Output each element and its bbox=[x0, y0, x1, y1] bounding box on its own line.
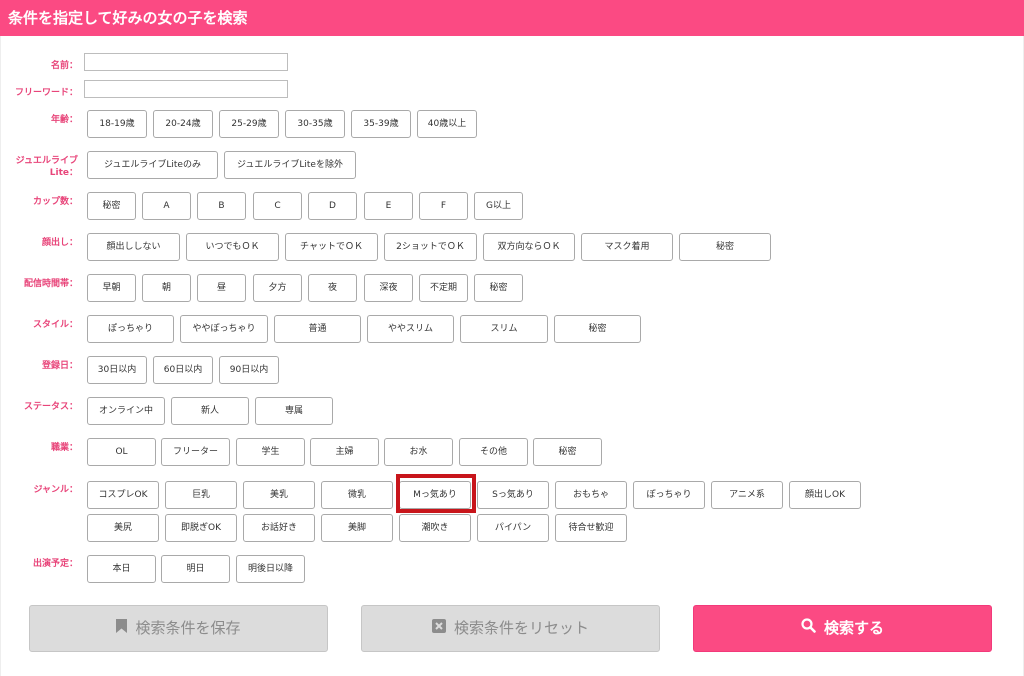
job-option[interactable]: フリーター bbox=[161, 438, 230, 466]
genre-label: ジャンル： bbox=[33, 485, 78, 495]
cup-label: カップ数： bbox=[32, 197, 78, 207]
face-option[interactable]: 双方向ならＯＫ bbox=[483, 233, 575, 261]
time-option[interactable]: 朝 bbox=[142, 274, 191, 302]
genre-option[interactable]: おもちゃ bbox=[555, 481, 627, 509]
sched-label: 出演予定： bbox=[32, 559, 78, 569]
cup-option[interactable]: C bbox=[253, 192, 302, 220]
status-option[interactable]: オンライン中 bbox=[87, 397, 165, 425]
genre-option[interactable]: ぽっちゃり bbox=[633, 481, 705, 509]
job-option[interactable]: お水 bbox=[384, 438, 453, 466]
save-conditions-label: 検索条件を保存 bbox=[135, 619, 241, 637]
cup-option[interactable]: D bbox=[308, 192, 357, 220]
age-label: 年齢： bbox=[50, 115, 78, 125]
job-option[interactable]: 秘密 bbox=[533, 438, 602, 466]
reg-option[interactable]: 30日以内 bbox=[87, 356, 147, 384]
genre-option[interactable]: 巨乳 bbox=[165, 481, 237, 509]
page-header: 条件を指定して好みの女の子を検索 bbox=[0, 0, 1024, 36]
search-button[interactable]: 検索する bbox=[693, 605, 992, 652]
time-option[interactable]: 秘密 bbox=[474, 274, 523, 302]
search-icon bbox=[801, 606, 816, 651]
age-option[interactable]: 30-35歳 bbox=[285, 110, 345, 138]
freeword-input[interactable] bbox=[84, 80, 288, 98]
time-option[interactable]: 夜 bbox=[308, 274, 357, 302]
time-option[interactable]: 夕方 bbox=[253, 274, 302, 302]
cup-option[interactable]: A bbox=[142, 192, 191, 220]
cup-option[interactable]: 秘密 bbox=[87, 192, 136, 220]
name-label: 名前： bbox=[50, 61, 78, 71]
bookmark-icon bbox=[116, 606, 128, 651]
sched-option[interactable]: 明日 bbox=[161, 555, 230, 583]
close-box-icon bbox=[431, 606, 446, 651]
job-label: 職業： bbox=[50, 443, 78, 453]
genre-option[interactable]: お話好き bbox=[243, 514, 315, 542]
job-option[interactable]: 主婦 bbox=[310, 438, 379, 466]
genre-option[interactable]: 美尻 bbox=[87, 514, 159, 542]
time-label: 配信時間帯： bbox=[23, 279, 78, 289]
style-label: スタイル： bbox=[32, 320, 78, 330]
face-option[interactable]: いつでもＯＫ bbox=[186, 233, 279, 261]
age-option[interactable]: 18-19歳 bbox=[87, 110, 147, 138]
reg-label: 登録日： bbox=[41, 361, 78, 371]
age-option[interactable]: 35-39歳 bbox=[351, 110, 411, 138]
cup-option[interactable]: G以上 bbox=[474, 192, 523, 220]
genre-option[interactable]: コスプレOK bbox=[87, 481, 159, 509]
cup-option[interactable]: B bbox=[197, 192, 246, 220]
sched-option[interactable]: 本日 bbox=[87, 555, 156, 583]
genre-option[interactable]: 美乳 bbox=[243, 481, 315, 509]
face-label: 顔出し： bbox=[41, 238, 78, 248]
reset-conditions-label: 検索条件をリセット bbox=[453, 619, 589, 637]
search-label: 検索する bbox=[823, 619, 884, 637]
genre-option[interactable]: 潮吹き bbox=[399, 514, 471, 542]
face-option[interactable]: マスク着用 bbox=[581, 233, 673, 261]
job-option[interactable]: 学生 bbox=[236, 438, 305, 466]
genre-option[interactable]: 微乳 bbox=[321, 481, 393, 509]
name-input[interactable] bbox=[84, 53, 288, 71]
status-option[interactable]: 新人 bbox=[171, 397, 249, 425]
style-option[interactable]: 秘密 bbox=[554, 315, 641, 343]
status-label: ステータス： bbox=[23, 402, 78, 412]
style-option[interactable]: ぽっちゃり bbox=[87, 315, 174, 343]
genre-option[interactable]: 美脚 bbox=[321, 514, 393, 542]
face-option[interactable]: 秘密 bbox=[679, 233, 771, 261]
cup-option[interactable]: F bbox=[419, 192, 468, 220]
cup-option[interactable]: E bbox=[364, 192, 413, 220]
face-option[interactable]: 顔出ししない bbox=[87, 233, 180, 261]
jewel-option[interactable]: ジュエルライブLiteを除外 bbox=[224, 151, 356, 179]
style-option[interactable]: ややぽっちゃり bbox=[180, 315, 268, 343]
style-option[interactable]: ややスリム bbox=[367, 315, 454, 343]
save-conditions-button[interactable]: 検索条件を保存 bbox=[29, 605, 328, 652]
age-option[interactable]: 40歳以上 bbox=[417, 110, 477, 138]
reg-option[interactable]: 90日以内 bbox=[219, 356, 279, 384]
job-option[interactable]: OL bbox=[87, 438, 156, 466]
genre-option[interactable]: 即脱ぎOK bbox=[165, 514, 237, 542]
time-option[interactable]: 早朝 bbox=[87, 274, 136, 302]
jewel-option[interactable]: ジュエルライブLiteのみ bbox=[87, 151, 218, 179]
jewel-label: ジュエルライブLite： bbox=[15, 156, 78, 178]
genre-option[interactable]: 顔出しOK bbox=[789, 481, 861, 509]
status-option[interactable]: 専属 bbox=[255, 397, 333, 425]
style-option[interactable]: 普通 bbox=[274, 315, 361, 343]
age-option[interactable]: 20-24歳 bbox=[153, 110, 213, 138]
genre-option[interactable]: パイパン bbox=[477, 514, 549, 542]
reset-conditions-button[interactable]: 検索条件をリセット bbox=[361, 605, 660, 652]
time-option[interactable]: 深夜 bbox=[364, 274, 413, 302]
time-option[interactable]: 不定期 bbox=[419, 274, 468, 302]
face-option[interactable]: 2ショットでＯＫ bbox=[384, 233, 477, 261]
face-option[interactable]: チャットでＯＫ bbox=[285, 233, 378, 261]
genre-option[interactable]: アニメ系 bbox=[711, 481, 783, 509]
genre-option[interactable]: Sっ気あり bbox=[477, 481, 549, 509]
genre-option[interactable]: 待合せ歓迎 bbox=[555, 514, 627, 542]
sched-option[interactable]: 明後日以降 bbox=[236, 555, 305, 583]
page-title: 条件を指定して好みの女の子を検索 bbox=[8, 9, 248, 27]
genre-option-m[interactable]: Mっ気あり bbox=[399, 481, 471, 509]
time-option[interactable]: 昼 bbox=[197, 274, 246, 302]
style-option[interactable]: スリム bbox=[460, 315, 548, 343]
freeword-label: フリーワード： bbox=[14, 88, 78, 98]
age-option[interactable]: 25-29歳 bbox=[219, 110, 279, 138]
reg-option[interactable]: 60日以内 bbox=[153, 356, 213, 384]
job-option[interactable]: その他 bbox=[459, 438, 528, 466]
